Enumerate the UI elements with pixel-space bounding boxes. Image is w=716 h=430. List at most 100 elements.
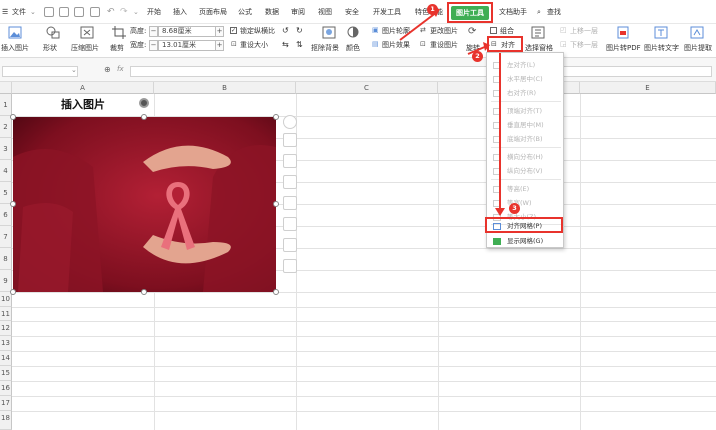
column-header-a[interactable]: A (12, 82, 154, 94)
inserted-image[interactable] (13, 117, 276, 292)
select-all-corner[interactable] (0, 82, 12, 94)
column-header-b[interactable]: B (154, 82, 296, 94)
rotate-left-icon[interactable]: ↺ (282, 26, 289, 35)
resize-handle-bottom-left[interactable] (10, 289, 16, 295)
crop-float-icon[interactable] (283, 175, 297, 189)
name-box[interactable] (2, 66, 78, 77)
tab-page-layout[interactable]: 页面布局 (199, 0, 227, 24)
row-header-3[interactable]: 3 (0, 138, 12, 160)
rotate-icon[interactable]: ⟳ (468, 26, 476, 37)
row-header-8[interactable]: 8 (0, 248, 12, 270)
collapse-icon[interactable] (283, 115, 297, 129)
search-button[interactable]: 查找 (547, 0, 561, 24)
to-pdf-icon[interactable] (616, 26, 630, 39)
resize-handle-left[interactable] (10, 201, 16, 207)
tab-data[interactable]: 数据 (265, 0, 279, 24)
flip-vertical-icon[interactable]: ⇅ (296, 40, 303, 49)
crop-icon[interactable] (112, 26, 126, 39)
row-header-16[interactable]: 16 (0, 381, 12, 396)
tab-review[interactable]: 审阅 (291, 0, 305, 24)
resize-handle-bottom-right[interactable] (273, 289, 279, 295)
group-button[interactable]: 组合 (500, 26, 514, 36)
row-header-7[interactable]: 7 (0, 226, 12, 248)
tab-formulas[interactable]: 公式 (238, 0, 252, 24)
rotate-right-icon[interactable]: ↻ (296, 26, 303, 35)
tab-insert[interactable]: 插入 (173, 0, 187, 24)
reset-image-button[interactable]: 重设图片 (430, 40, 458, 50)
compress-image-button[interactable]: 压缩图片 (71, 43, 99, 53)
zoom-in-icon[interactable] (283, 133, 297, 147)
resize-handle-top[interactable] (141, 114, 147, 120)
resize-handle-top-right[interactable] (273, 114, 279, 120)
flip-horizontal-icon[interactable]: ⇆ (282, 40, 289, 49)
layout-icon[interactable] (283, 217, 297, 231)
effects-button[interactable]: 图片效果 (382, 40, 410, 50)
row-header-14[interactable]: 14 (0, 351, 12, 366)
image-to-pdf-button[interactable]: 图片转PDF (606, 43, 641, 53)
color-icon[interactable] (346, 26, 360, 39)
remove-background-icon[interactable] (322, 26, 336, 39)
redo-icon[interactable]: ↷ (120, 0, 128, 24)
row-header-6[interactable]: 6 (0, 204, 12, 226)
export-pdf-icon[interactable] (90, 7, 100, 17)
magic-icon[interactable] (283, 154, 297, 168)
effects-icon[interactable]: ▤ (372, 40, 379, 48)
row-header-17[interactable]: 17 (0, 396, 12, 411)
print-preview-icon[interactable] (59, 7, 69, 17)
row-header-13[interactable]: 13 (0, 336, 12, 351)
image-extract-button[interactable]: 图片提取 (684, 43, 712, 53)
resize-handle-top-left[interactable] (10, 114, 16, 120)
width-input[interactable]: − 13.01厘米 + (149, 40, 224, 51)
width-decrease-button[interactable]: − (149, 40, 158, 51)
to-text-icon[interactable] (654, 26, 668, 39)
row-header-11[interactable]: 11 (0, 307, 12, 321)
hamburger-icon[interactable]: ☰ (2, 0, 8, 24)
image-to-text-button[interactable]: 图片转文字 (644, 43, 679, 53)
tab-doc-assistant[interactable]: 文档助手 (499, 0, 527, 24)
tab-developer[interactable]: 开发工具 (373, 0, 401, 24)
print-icon[interactable] (74, 7, 84, 17)
chevron-down-icon[interactable]: ⌄ (30, 0, 36, 24)
cell-a1[interactable]: 插入图片 (12, 94, 154, 116)
row-header-1[interactable]: 1 (0, 94, 12, 116)
reset-size-icon[interactable]: ⊡ (231, 40, 237, 48)
change-image-button[interactable]: 更改图片 (430, 26, 458, 36)
row-header-18[interactable]: 18 (0, 411, 12, 430)
more-chevron-icon[interactable]: ⌄ (133, 0, 139, 24)
search-icon[interactable]: ⌕ (537, 0, 541, 24)
height-input[interactable]: − 8.68厘米 + (149, 26, 224, 37)
undo-icon[interactable]: ↶ (107, 0, 115, 24)
rotate-handle-icon[interactable] (139, 98, 149, 108)
color-button[interactable]: 颜色 (346, 43, 360, 53)
fx-icon[interactable]: fx (117, 65, 124, 73)
compress-icon[interactable] (80, 26, 94, 39)
settings-icon[interactable] (283, 259, 297, 273)
reset-image-icon[interactable]: ⊡ (420, 40, 426, 48)
cutout-icon[interactable] (283, 196, 297, 210)
name-box-chevron-icon[interactable]: ⌄ (71, 66, 77, 74)
change-image-icon[interactable]: ⇄ (420, 26, 426, 34)
remove-background-button[interactable]: 抠除背景 (311, 43, 339, 53)
row-header-12[interactable]: 12 (0, 321, 12, 336)
shape-button[interactable]: 形状 (43, 43, 57, 53)
column-header-c[interactable]: C (296, 82, 438, 94)
zoom-icon[interactable]: ⊕ (104, 65, 111, 74)
outline-icon[interactable]: ▣ (372, 26, 379, 34)
row-header-4[interactable]: 4 (0, 160, 12, 182)
copy-icon[interactable] (283, 238, 297, 252)
column-header-e[interactable]: E (580, 82, 716, 94)
shape-icon[interactable] (46, 26, 60, 39)
extract-icon[interactable] (690, 26, 704, 39)
tab-home[interactable]: 开始 (147, 0, 161, 24)
formula-input[interactable] (130, 66, 712, 77)
outline-button[interactable]: 图片轮廓 (382, 26, 410, 36)
selection-pane-icon[interactable] (531, 26, 545, 39)
lock-ratio-checkbox[interactable]: ✓ (230, 27, 237, 34)
width-increase-button[interactable]: + (215, 40, 224, 51)
resize-handle-right[interactable] (273, 201, 279, 207)
crop-button[interactable]: 裁剪 (110, 43, 124, 53)
insert-image-button[interactable]: 插入图片 (1, 43, 29, 53)
tab-view[interactable]: 视图 (318, 0, 332, 24)
reset-size-button[interactable]: 重设大小 (240, 40, 268, 50)
menu-item-show-grid[interactable]: 显示网格(G) (487, 234, 563, 248)
